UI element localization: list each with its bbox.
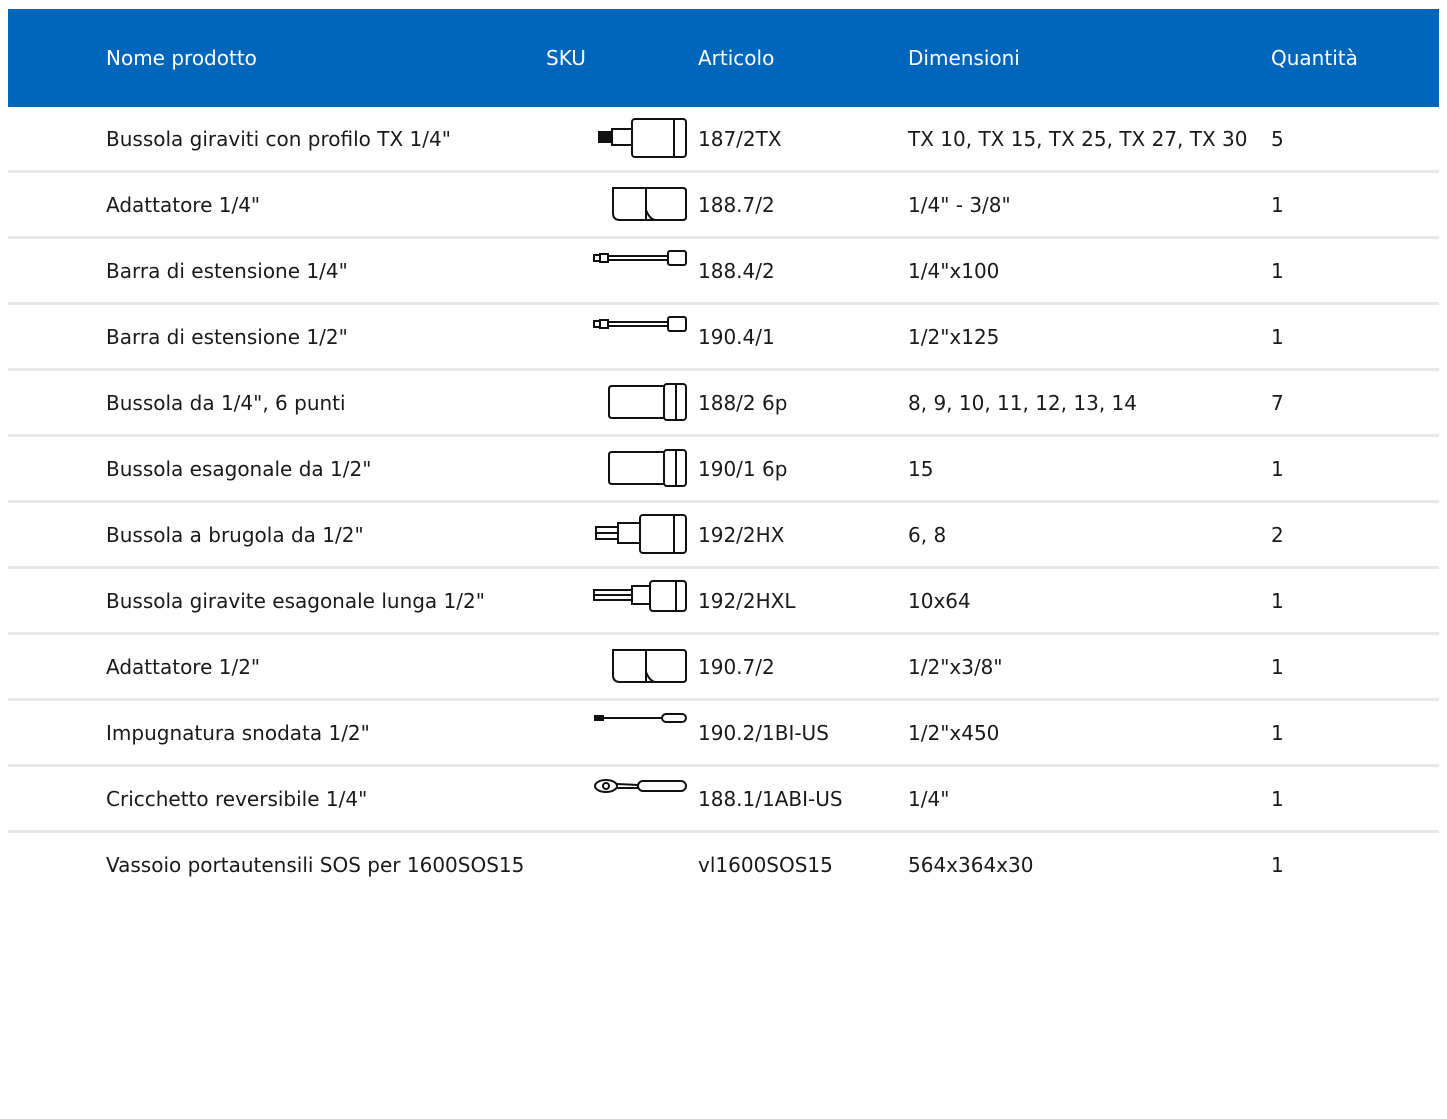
quantity: 5 <box>1271 127 1284 151</box>
breaker-bar-icon <box>592 711 688 727</box>
dimensions: TX 10, TX 15, TX 25, TX 27, TX 30 <box>908 127 1248 151</box>
sku-cell <box>546 305 698 332</box>
product-name: Bussola giravite esagonale lunga 1/2" <box>106 589 485 613</box>
table-row: Bussola da 1/4", 6 punti 188/2 6p 8, 9, … <box>8 371 1439 437</box>
sku-cell <box>546 437 698 487</box>
product-name: Bussola giraviti con profilo TX 1/4" <box>106 127 451 151</box>
quantity: 1 <box>1271 853 1284 877</box>
sku-cell <box>546 833 698 851</box>
article-code: 188/2 6p <box>698 391 788 415</box>
header-name: Nome prodotto <box>106 46 257 70</box>
sku-cell <box>546 767 698 793</box>
table-row: Bussola giraviti con profilo TX 1/4" 187… <box>8 107 1439 173</box>
sku-cell <box>546 173 698 221</box>
extension-bar-icon <box>592 249 688 269</box>
table-header: Nome prodotto SKU Articolo Dimensioni Qu… <box>8 9 1439 107</box>
extension-bar-icon <box>592 315 688 335</box>
product-name: Vassoio portautensili SOS per 1600SOS15 <box>106 853 525 877</box>
sku-cell <box>546 107 698 158</box>
product-name: Cricchetto reversibile 1/4" <box>106 787 368 811</box>
article-code: 190.2/1BI-US <box>698 721 829 745</box>
header-article: Articolo <box>698 46 775 70</box>
sku-cell <box>546 635 698 683</box>
dimensions: 8, 9, 10, 11, 12, 13, 14 <box>908 391 1137 415</box>
table-row: Barra di estensione 1/2" 190.4/1 1/2"x12… <box>8 305 1439 371</box>
table-row: Cricchetto reversibile 1/4" 188.1/1ABI-U… <box>8 767 1439 833</box>
table-row: Bussola giravite esagonale lunga 1/2" 19… <box>8 569 1439 635</box>
product-table: Nome prodotto SKU Articolo Dimensioni Qu… <box>8 9 1439 896</box>
header-dimensions: Dimensioni <box>908 46 1020 70</box>
hex-bit-socket-icon <box>594 513 688 555</box>
product-name: Bussola esagonale da 1/2" <box>106 457 372 481</box>
quantity: 1 <box>1271 655 1284 679</box>
quantity: 1 <box>1271 787 1284 811</box>
dimensions: 10x64 <box>908 589 971 613</box>
dimensions: 1/4" <box>908 787 950 811</box>
quantity: 1 <box>1271 259 1284 283</box>
sku-cell <box>546 503 698 554</box>
quantity: 1 <box>1271 721 1284 745</box>
table-row: Adattatore 1/4" 188.7/2 1/4" - 3/8" 1 <box>8 173 1439 239</box>
table-row: Bussola a brugola da 1/2" 192/2HX 6, 8 2 <box>8 503 1439 569</box>
product-name: Impugnatura snodata 1/2" <box>106 721 370 745</box>
long-hex-bit-socket-icon <box>592 579 688 613</box>
quantity: 1 <box>1271 457 1284 481</box>
table-row: Adattatore 1/2" 190.7/2 1/2"x3/8" 1 <box>8 635 1439 701</box>
header-quantity: Quantità <box>1271 46 1358 70</box>
article-code: 190/1 6p <box>698 457 788 481</box>
quantity: 2 <box>1271 523 1284 547</box>
adapter-icon <box>608 645 688 687</box>
article-code: 187/2TX <box>698 127 782 151</box>
dimensions: 1/4"x100 <box>908 259 1000 283</box>
table-row: Bussola esagonale da 1/2" 190/1 6p 15 1 <box>8 437 1439 503</box>
dimensions: 6, 8 <box>908 523 947 547</box>
header-sku: SKU <box>546 46 586 70</box>
article-code: 190.7/2 <box>698 655 775 679</box>
quantity: 1 <box>1271 325 1284 349</box>
article-code: 188.7/2 <box>698 193 775 217</box>
article-code: 192/2HX <box>698 523 785 547</box>
sku-cell <box>546 701 698 723</box>
product-name: Barra di estensione 1/2" <box>106 325 348 349</box>
quantity: 1 <box>1271 193 1284 217</box>
dimensions: 1/2"x3/8" <box>908 655 1003 679</box>
table-row: Barra di estensione 1/4" 188.4/2 1/4"x10… <box>8 239 1439 305</box>
socket-icon <box>604 447 688 489</box>
article-code: 192/2HXL <box>698 589 796 613</box>
dimensions: 1/2"x450 <box>908 721 1000 745</box>
quantity: 1 <box>1271 589 1284 613</box>
quantity: 7 <box>1271 391 1284 415</box>
dimensions: 564x364x30 <box>908 853 1034 877</box>
product-name: Bussola da 1/4", 6 punti <box>106 391 346 415</box>
sku-cell <box>546 569 698 612</box>
article-code: 190.4/1 <box>698 325 775 349</box>
product-name: Barra di estensione 1/4" <box>106 259 348 283</box>
socket-icon <box>604 381 688 423</box>
adapter-icon <box>608 183 688 225</box>
ratchet-icon <box>592 777 688 797</box>
dimensions: 1/2"x125 <box>908 325 1000 349</box>
tx-bit-socket-icon <box>596 117 688 159</box>
dimensions: 15 <box>908 457 934 481</box>
article-code: 188.4/2 <box>698 259 775 283</box>
table-body: Bussola giraviti con profilo TX 1/4" 187… <box>8 107 1439 896</box>
article-code: 188.1/1ABI-US <box>698 787 843 811</box>
article-code: vl1600SOS15 <box>698 853 833 877</box>
product-name: Bussola a brugola da 1/2" <box>106 523 364 547</box>
product-name: Adattatore 1/2" <box>106 655 261 679</box>
product-name: Adattatore 1/4" <box>106 193 261 217</box>
dimensions: 1/4" - 3/8" <box>908 193 1011 217</box>
table-row: Impugnatura snodata 1/2" 190.2/1BI-US 1/… <box>8 701 1439 767</box>
sku-cell <box>546 239 698 266</box>
sku-cell <box>546 371 698 421</box>
table-row: Vassoio portautensili SOS per 1600SOS15 … <box>8 833 1439 896</box>
